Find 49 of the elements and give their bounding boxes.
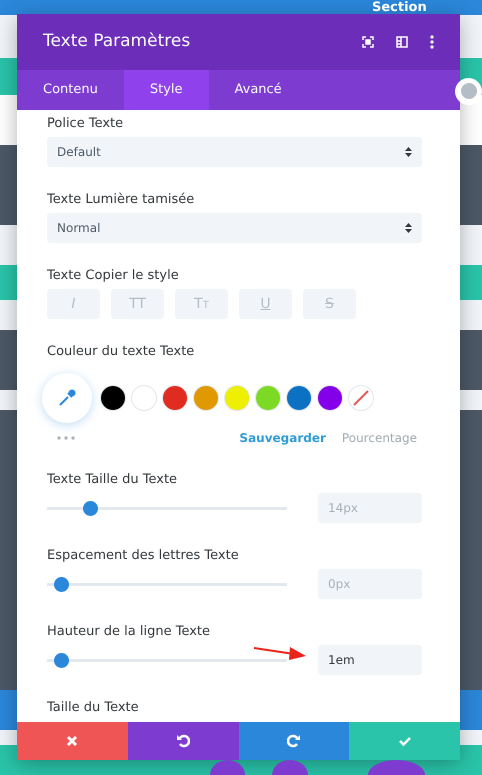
tab[interactable]: Contenu	[17, 70, 124, 110]
tab[interactable]: Avancé	[208, 70, 308, 110]
color-swatch[interactable]	[100, 385, 126, 411]
value-field[interactable]: 1em	[318, 645, 422, 675]
value-field[interactable]: 14px	[318, 493, 422, 523]
section-label: Section	[372, 0, 427, 15]
eyedropper-button[interactable]	[42, 373, 92, 423]
text-style-button[interactable]: U	[239, 289, 292, 319]
expand-icon[interactable]	[362, 36, 374, 48]
select-field[interactable]: Normal	[47, 213, 422, 243]
field-label: Espacement des lettres Texte	[47, 548, 240, 563]
slider-thumb[interactable]	[82, 500, 98, 516]
field-label: Police Texte	[47, 116, 124, 131]
text-style-button[interactable]: Tt	[175, 289, 228, 319]
slider-thumb[interactable]	[54, 652, 69, 668]
tab[interactable]: Style	[124, 70, 208, 110]
more-icon[interactable]	[430, 35, 434, 49]
text-style-button[interactable]: I	[47, 289, 100, 319]
slider-thumb[interactable]	[54, 576, 69, 592]
color-swatch[interactable]	[286, 385, 312, 411]
field-label: Hauteur de la ligne Texte	[47, 624, 212, 639]
check-icon	[398, 734, 412, 748]
field-label: Texte Copier le style	[47, 268, 180, 283]
palette-tab[interactable]: Pourcentage	[342, 429, 417, 447]
eyedropper-icon	[57, 388, 77, 408]
color-swatch[interactable]	[317, 385, 343, 411]
caret-icon	[405, 147, 412, 157]
caret-icon	[405, 223, 412, 233]
field-label: Texte Taille du Texte	[47, 472, 178, 487]
color-swatch[interactable]	[131, 385, 157, 411]
text-style-button[interactable]: S	[303, 289, 356, 319]
field-label: Taille du Texte	[47, 700, 140, 715]
close-icon	[65, 734, 80, 748]
value-field[interactable]: 0px	[318, 569, 422, 599]
field-label: Couleur du texte Texte	[47, 344, 196, 359]
palette-tab[interactable]: Sauvegarder	[239, 429, 326, 447]
color-swatch[interactable]	[162, 385, 188, 411]
no-color-swatch[interactable]	[348, 385, 374, 411]
undo-icon	[176, 734, 190, 748]
modal-title: Texte Paramètres	[43, 30, 192, 54]
color-swatch[interactable]	[224, 385, 250, 411]
field-label: Texte Lumière tamisée	[47, 192, 196, 207]
color-swatch[interactable]	[255, 385, 281, 411]
select-field[interactable]: Default	[47, 137, 422, 167]
check-button[interactable]	[349, 722, 460, 760]
color-swatch[interactable]	[193, 385, 219, 411]
redo-icon	[286, 734, 301, 748]
split-view-icon[interactable]	[396, 36, 408, 48]
text-style-button[interactable]: TT	[111, 289, 164, 319]
